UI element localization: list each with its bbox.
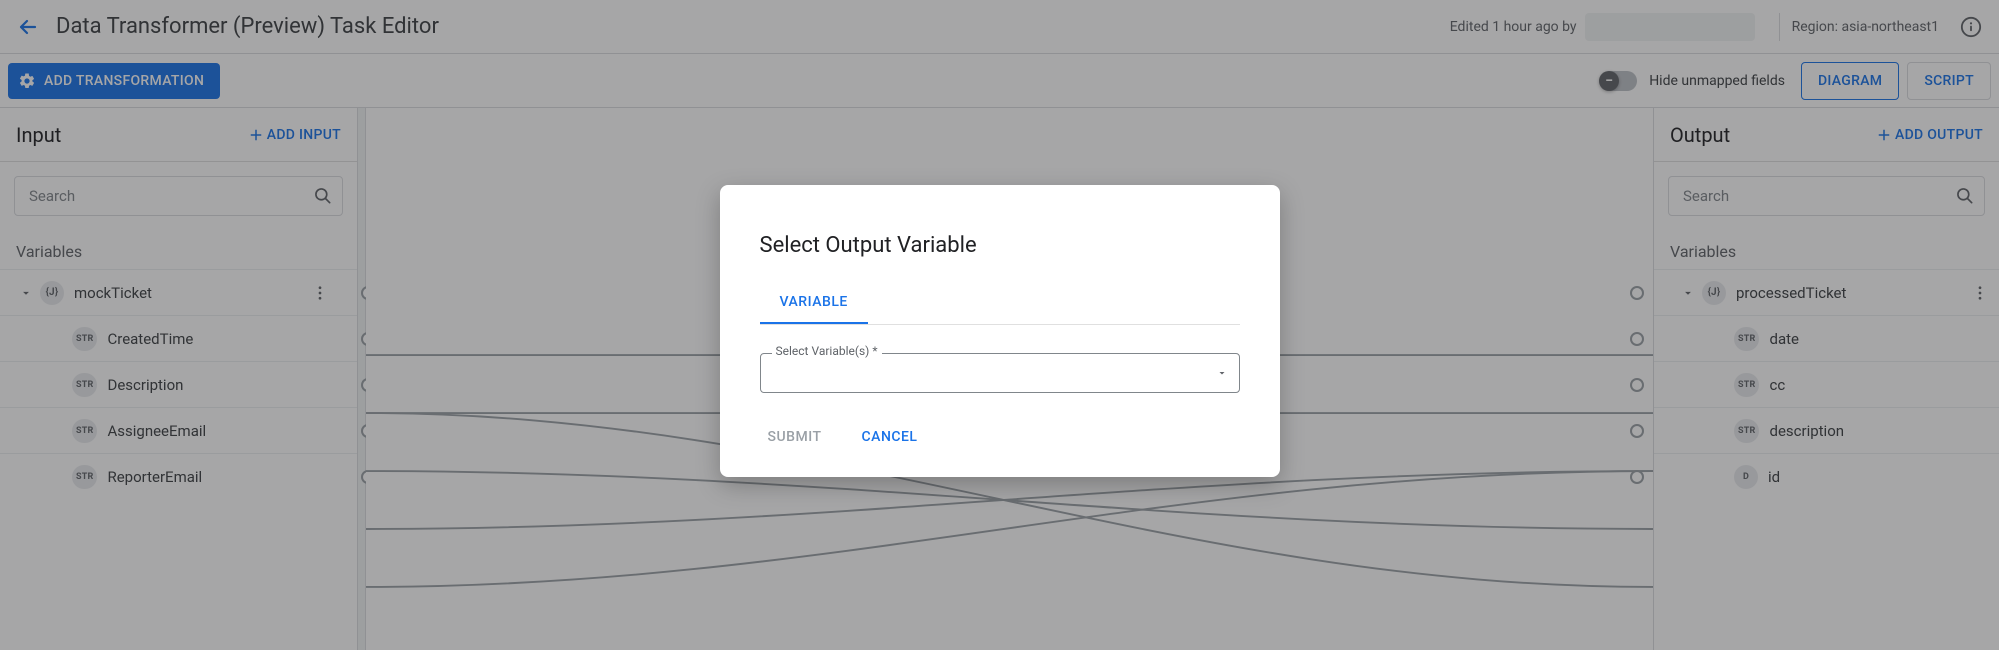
variable-tab[interactable]: VARIABLE xyxy=(760,282,868,324)
dialog-tabs: VARIABLE xyxy=(760,282,1240,325)
dialog-title: Select Output Variable xyxy=(760,233,1240,258)
select-variable-label: Select Variable(s) * xyxy=(772,344,882,358)
dialog-actions: SUBMIT CANCEL xyxy=(760,417,1240,453)
select-variable-dropdown[interactable] xyxy=(760,353,1240,393)
cancel-button[interactable]: CANCEL xyxy=(854,421,926,453)
select-variable-field: Select Variable(s) * xyxy=(760,353,1240,393)
submit-button[interactable]: SUBMIT xyxy=(760,421,830,453)
select-output-variable-dialog: Select Output Variable VARIABLE Select V… xyxy=(720,185,1280,477)
modal-scrim[interactable]: Select Output Variable VARIABLE Select V… xyxy=(0,0,1999,650)
